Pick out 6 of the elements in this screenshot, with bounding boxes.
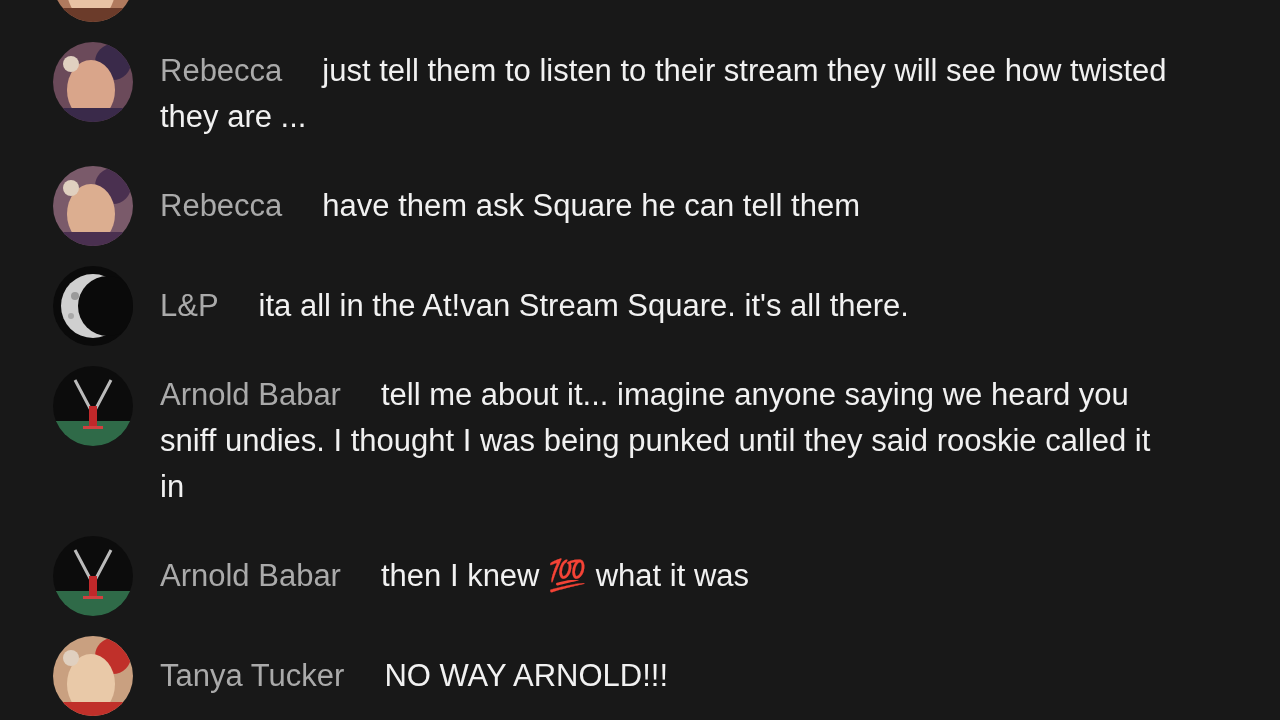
chat-message: Rebecca have them ask Square he can tell them (160, 187, 860, 225)
chat-message: Rebecca just tell them to listen to their stream they will see how twisted they are ... (160, 52, 1168, 136)
chat-message: Arnold Babar tell me about it... imagine anyone saying we heard you sniff undies. I thought I was being punked until they said rooskie called it in (160, 376, 1152, 506)
chat-message: Tanya Tucker NO WAY ARNOLD!!! (160, 657, 669, 695)
chat-message: L&P ita all in the At!van Stream Square. it's all there. (160, 287, 909, 325)
chat-message: Arnold Babar then I knew 💯 what it was (160, 557, 750, 595)
